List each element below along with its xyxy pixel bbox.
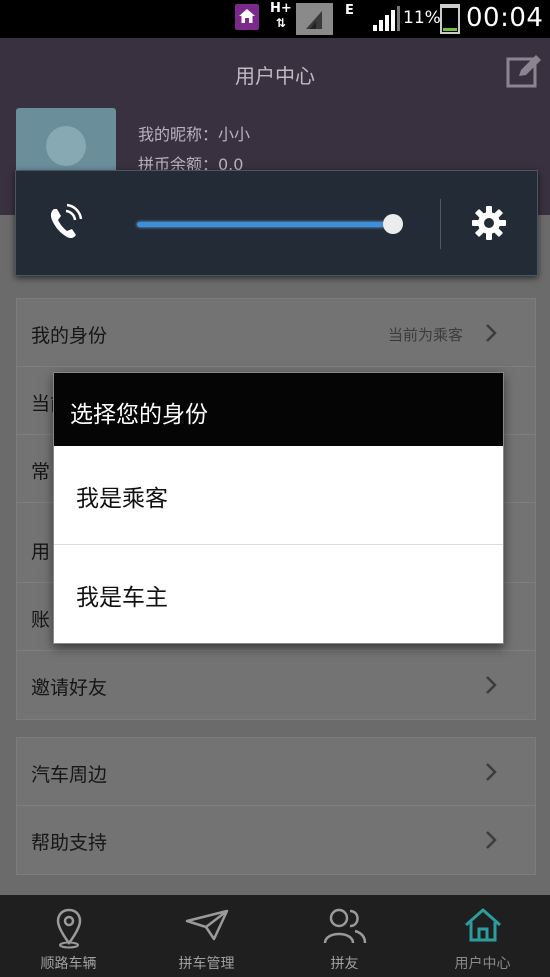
battery-percent: 11% [403, 8, 441, 28]
tab-friends[interactable]: 拼友 [276, 895, 413, 977]
launcher-notification-icon [235, 4, 259, 30]
menu-item-label: 帮助支持 [31, 832, 108, 854]
menu-item-label: 邀请好友 [31, 677, 108, 699]
chevron-right-icon [486, 831, 497, 849]
menu-item-invite-friends[interactable]: 邀请好友 [17, 651, 535, 719]
menu-item-label: 汽车周边 [31, 764, 108, 786]
home-icon [464, 908, 501, 942]
phone-volume-icon [50, 203, 83, 239]
status-bar: H+ ⇅ E 11% 00:04 [0, 0, 550, 38]
network-type-indicator: H+ ⇅ [270, 1, 292, 31]
send-icon [185, 909, 228, 941]
identity-dialog: 选择您的身份 我是乘客 我是车主 [53, 372, 504, 644]
tab-label: 顺路车辆 [40, 956, 97, 972]
tab-nearby-vehicles[interactable]: 顺路车辆 [0, 895, 137, 977]
menu-item-label: 用 [31, 541, 51, 563]
tab-label: 拼友 [330, 956, 359, 972]
menu-item-label: 常 [31, 461, 51, 483]
dialog-title: 选择您的身份 [54, 373, 503, 446]
option-passenger[interactable]: 我是乘客 [54, 446, 503, 544]
volume-slider-track[interactable] [137, 222, 394, 227]
tab-carpool-management[interactable]: 拼车管理 [138, 895, 275, 977]
volume-panel [15, 170, 538, 276]
tab-label: 拼车管理 [178, 956, 235, 972]
option-driver[interactable]: 我是车主 [54, 545, 503, 643]
edit-icon[interactable] [505, 52, 543, 90]
sim1-signal-icon [296, 3, 333, 35]
divider [440, 199, 441, 249]
friends-icon [323, 908, 366, 944]
tab-user-center[interactable]: 用户中心 [414, 895, 550, 977]
menu-item-help-support[interactable]: 帮助支持 [17, 806, 535, 874]
menu-item-car-accessories[interactable]: 汽车周边 [17, 738, 535, 806]
gear-icon[interactable] [471, 205, 507, 241]
location-pin-icon [56, 908, 81, 949]
menu-item-value: 当前为乘客 [387, 326, 463, 344]
battery-icon [440, 4, 460, 34]
volume-slider-thumb[interactable] [383, 214, 403, 234]
sim2-signal-icon [373, 6, 401, 36]
nickname: 我的昵称：小小 [138, 125, 251, 144]
menu-item-identity[interactable]: 我的身份 当前为乘客 [17, 299, 535, 367]
menu-item-label: 我的身份 [31, 325, 108, 347]
menu-item-label: 账 [31, 609, 51, 631]
chevron-right-icon [486, 676, 497, 694]
chevron-right-icon [486, 763, 497, 781]
bottom-tab-bar: 顺路车辆 拼车管理 拼友 用户中心 [0, 895, 550, 977]
clock: 00:04 [466, 3, 544, 33]
network-type-e: E [345, 3, 354, 18]
menu-group-more: 汽车周边 帮助支持 [16, 737, 536, 875]
tab-label: 用户中心 [454, 956, 511, 972]
page-title: 用户中心 [235, 64, 315, 88]
chevron-right-icon [486, 324, 497, 342]
